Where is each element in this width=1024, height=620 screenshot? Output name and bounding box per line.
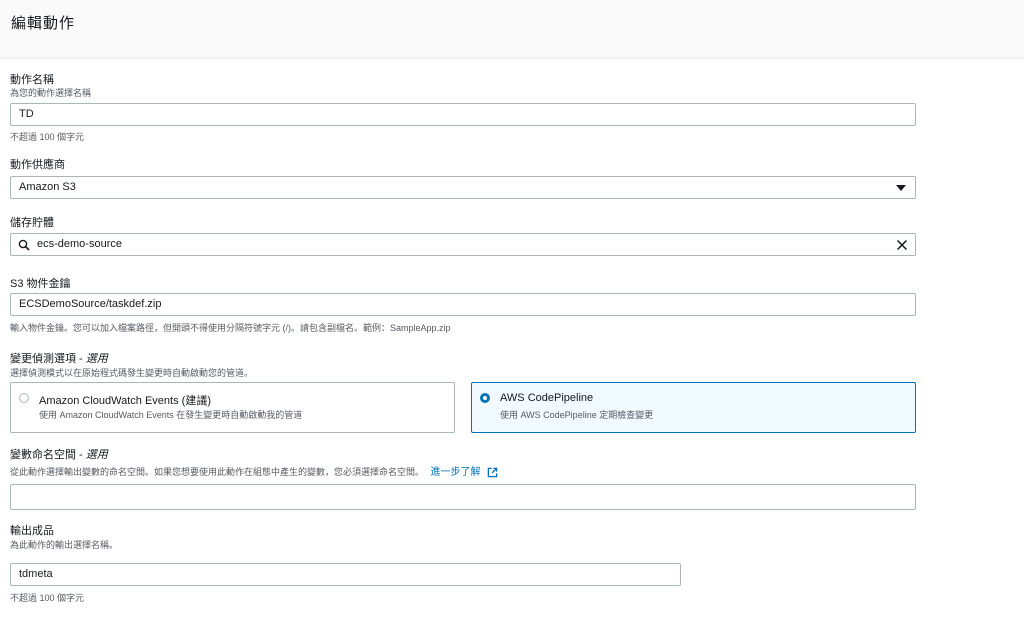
page-title: 編輯動作 [11,15,76,32]
page-header: 編輯動作 [0,0,1024,59]
bucket-search-input[interactable]: ecs-demo-source [10,233,916,256]
s3-object-key-label: S3 物件金鑰 [10,278,71,290]
action-name-constraint: 不超過 100 個字元 [10,132,85,142]
s3-object-key-value: ECSDemoSource/taskdef.zip [19,298,162,310]
variable-namespace-label: 變數命名空間 - 選用 [10,449,108,461]
output-artifact-label: 輸出成品 [10,525,54,537]
close-icon[interactable] [896,239,908,251]
option-description: 使用 AWS CodePipeline 定期檢查變更 [500,410,654,420]
caret-down-icon [896,185,906,191]
bucket-value: ecs-demo-source [37,238,122,250]
output-artifact-constraint: 不超過 100 個字元 [10,593,85,603]
variable-namespace-input[interactable] [10,484,916,510]
radio-codepipeline[interactable] [480,393,490,403]
s3-object-key-hint: 輸入物件金鑰。您可以加入檔案路徑，但開頭不得使用分隔符號字元 (/)。請包含副檔… [10,323,451,333]
bucket-label: 儲存貯體 [10,217,54,229]
action-provider-select[interactable]: Amazon S3 [10,176,916,199]
action-name-label: 動作名稱 [10,74,54,86]
option-codepipeline[interactable]: AWS CodePipeline 使用 AWS CodePipeline 定期檢… [471,382,916,433]
external-link-icon[interactable] [487,467,498,478]
radio-cloudwatch-events[interactable] [19,393,29,403]
output-artifact-description: 為此動作的輸出選擇名稱。 [10,540,119,550]
option-title: AWS CodePipeline [500,392,594,404]
action-provider-label: 動作供應商 [10,159,65,171]
learn-more-link[interactable]: 進一步了解 [431,467,481,478]
change-detection-label: 變更偵測選項 - 選用 [10,353,108,365]
output-artifact-value: tdmeta [19,568,53,580]
variable-namespace-description: 從此動作選擇輸出變數的命名空間。如果您想要使用此動作在組態中產生的變數，您必須選… [10,463,498,478]
action-provider-value: Amazon S3 [19,181,76,193]
s3-object-key-input[interactable]: ECSDemoSource/taskdef.zip [10,293,916,316]
option-cloudwatch-events[interactable]: Amazon CloudWatch Events (建議) 使用 Amazon … [10,382,455,433]
optional-tag: 選用 [85,353,108,365]
action-name-input[interactable]: TD [10,103,916,126]
action-name-value: TD [19,108,34,120]
option-title: Amazon CloudWatch Events (建議) [39,395,211,407]
optional-tag: 選用 [85,449,108,461]
option-description: 使用 Amazon CloudWatch Events 在發生變更時自動啟動我的… [39,410,303,420]
change-detection-description: 選擇偵測模式以在原始程式碼發生變更時自動啟動您的管道。 [10,368,254,378]
action-name-description: 為您的動作選擇名稱 [10,88,92,98]
output-artifact-input[interactable]: tdmeta [10,563,681,586]
search-icon [18,239,30,251]
